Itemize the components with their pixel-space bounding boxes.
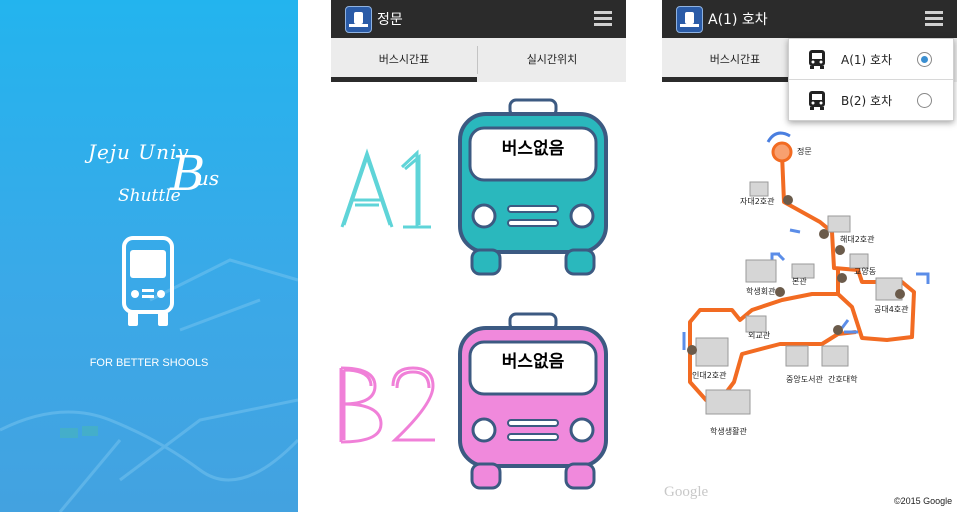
app-logo-icon [345, 6, 372, 33]
stop-label: 자대2호관 [740, 197, 775, 206]
menu-icon[interactable] [925, 11, 943, 27]
stop-label: 중앙도서관 [786, 375, 823, 384]
logo-text-shuttle: Shuttle [118, 186, 181, 206]
logo-text-us: us [196, 166, 220, 190]
bus-a1-graphic [458, 98, 608, 276]
radio-unselected[interactable] [917, 93, 932, 108]
stop-label: 교양동 [854, 267, 877, 276]
stop-label: 본관 [792, 277, 807, 286]
stop-label: 공대4호관 [874, 305, 909, 314]
bus-icon [122, 236, 174, 326]
loop-arrow-icon [766, 131, 791, 143]
menu-icon[interactable] [594, 11, 612, 27]
tab-schedule[interactable]: 버스시간표 [662, 38, 808, 82]
stop-label: 해대2호관 [840, 235, 875, 244]
app-bar: 정문 [331, 0, 626, 38]
menu-option-a1[interactable]: A(1) 호차 [789, 39, 953, 79]
route-label-b2 [339, 366, 435, 444]
stop-label: 외교관 [748, 331, 771, 340]
tab-bar: 버스시간표 실시간위치 [331, 38, 626, 82]
stop-label: 학생회관 [746, 287, 776, 296]
tab-schedule[interactable]: 버스시간표 [331, 38, 477, 82]
app-logo-icon [676, 6, 703, 33]
bus-b2-status: 버스없음 [501, 352, 565, 372]
stop-label: 학생생활관 [710, 427, 747, 436]
bus-icon [809, 91, 825, 110]
start-marker [771, 141, 793, 163]
schedule-screen: 정문 버스시간표 실시간위치 버스없음 버스없음 [331, 0, 626, 512]
screen-title: 정문 [377, 12, 403, 28]
menu-option-label: A(1) 호차 [841, 53, 893, 67]
google-logo: Google [664, 484, 709, 500]
bus-b2-graphic [458, 312, 608, 490]
map-copyright: ©2015 Google [894, 496, 953, 506]
stop-label: 간호대학 [828, 375, 858, 384]
stop-label: 인대2호관 [692, 371, 727, 380]
splash-screen: Jeju Univ B us Shuttle FOR BETTER SHOOLS [0, 0, 298, 512]
active-tab-indicator [331, 77, 477, 82]
bus-select-menu: A(1) 호차 B(2) 호차 [788, 38, 954, 121]
stop-label: 정문 [797, 147, 812, 156]
screen-title: A(1) 호차 [708, 12, 768, 28]
tab-live-location[interactable]: 실시간위치 [478, 38, 626, 82]
menu-option-b2[interactable]: B(2) 호차 [789, 80, 953, 120]
splash-slogan: FOR BETTER SHOOLS [89, 357, 209, 369]
route-label-a1 [340, 148, 431, 229]
menu-option-label: B(2) 호차 [841, 94, 893, 108]
radio-selected[interactable] [917, 52, 932, 67]
bus-a1-status: 버스없음 [501, 139, 565, 159]
bus-icon [809, 50, 825, 69]
app-bar: A(1) 호차 [662, 0, 957, 38]
